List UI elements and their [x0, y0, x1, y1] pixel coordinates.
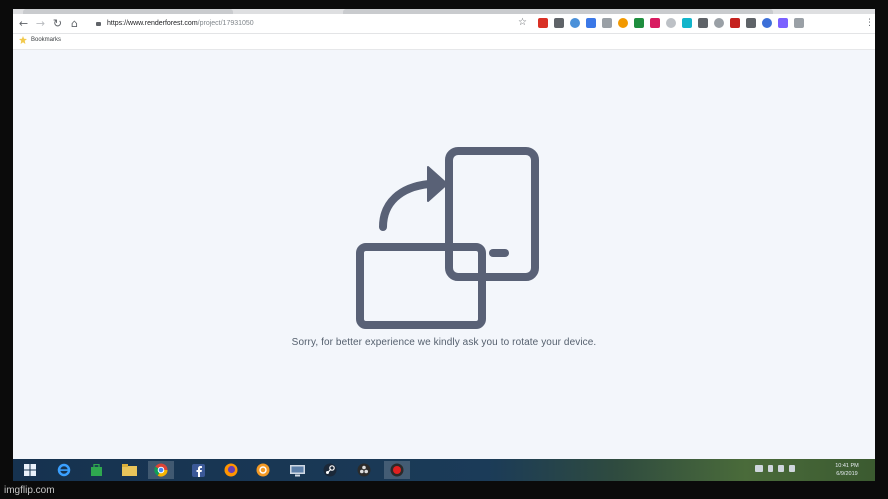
square-extension-icon[interactable] [554, 18, 564, 28]
facebook-icon[interactable] [185, 461, 211, 479]
page-extension-icon[interactable] [666, 18, 676, 28]
file-explorer-icon[interactable] [116, 461, 142, 479]
cloud-extension-icon[interactable] [714, 18, 724, 28]
green-extension-icon[interactable] [634, 18, 644, 28]
bookmarks-label: Bookmarks [31, 37, 62, 43]
orange-extension-icon[interactable] [618, 18, 628, 28]
network-icon[interactable] [778, 465, 784, 472]
rotate-arrow-head [427, 166, 448, 202]
store-icon[interactable] [83, 461, 109, 479]
browser-toolbar: ← → ↻ ⌂ https://www.renderforest.com/pro… [13, 14, 875, 34]
notification-icon[interactable] [768, 465, 773, 472]
grey-extension-icon[interactable] [602, 18, 612, 28]
firefox-icon[interactable] [218, 461, 244, 479]
browser-window: ← → ↻ ⌂ https://www.renderforest.com/pro… [13, 9, 875, 481]
clock-date: 6/9/2019 [836, 471, 858, 477]
photo-extension-icon[interactable] [698, 18, 708, 28]
keyboard-icon[interactable] [755, 465, 763, 472]
rotate-device-illustration [356, 147, 539, 329]
portrait-phone-outline [445, 147, 539, 281]
landscape-phone-outline [356, 243, 486, 329]
red-badge-extension-icon[interactable] [730, 18, 740, 28]
shield-extension-icon[interactable] [538, 18, 548, 28]
bookmarks-folder[interactable]: Bookmarks [19, 36, 61, 44]
browser-menu-icon[interactable]: ⋮ [865, 17, 874, 29]
steam-icon[interactable] [317, 461, 343, 479]
system-tray [755, 465, 795, 472]
taskbar-clock[interactable]: 10:41 PM 6/9/2019 [825, 462, 869, 478]
rotate-device-message: Sorry, for better experience we kindly a… [291, 337, 597, 348]
url-path: /project/17931050 [197, 19, 254, 27]
clock-time: 10:41 PM [835, 463, 859, 469]
imgflip-watermark: imgflip.com [4, 485, 55, 496]
translate-extension-icon[interactable] [586, 18, 596, 28]
forward-button[interactable]: → [34, 17, 47, 30]
purple-extension-icon[interactable] [778, 18, 788, 28]
pink-extension-icon[interactable] [650, 18, 660, 28]
bookmarks-bar: Bookmarks [13, 34, 875, 50]
obs-icon[interactable] [351, 461, 377, 479]
home-button[interactable]: ⌂ [68, 17, 81, 30]
reload-button[interactable]: ↻ [51, 17, 64, 30]
url-text: https://www.renderforest.com/project/179… [107, 20, 254, 27]
lock-icon [96, 21, 101, 26]
rotate-arrow-curve [379, 180, 433, 231]
power-extension-icon[interactable] [794, 18, 804, 28]
blue-circle-extension-icon[interactable] [570, 18, 580, 28]
extensions-toolbar [538, 18, 804, 29]
orange-app-icon[interactable] [250, 461, 276, 479]
windows-start-icon[interactable] [17, 461, 43, 479]
address-bar[interactable]: https://www.renderforest.com/project/179… [93, 16, 543, 30]
internet-explorer-icon[interactable] [51, 461, 77, 479]
blue-square-extension-icon[interactable] [762, 18, 772, 28]
back-button[interactable]: ← [17, 17, 30, 30]
volume-icon[interactable] [789, 465, 795, 472]
bookmark-star-icon[interactable]: ☆ [518, 17, 527, 29]
remote-desktop-icon[interactable] [284, 461, 310, 479]
record-icon[interactable] [384, 461, 410, 479]
windows-taskbar: 10:41 PM 6/9/2019 [13, 459, 875, 481]
url-domain: https://www.renderforest.com [107, 19, 198, 27]
bookmark-star-icon [19, 36, 27, 44]
teal-extension-icon[interactable] [682, 18, 692, 28]
gauge-extension-icon[interactable] [746, 18, 756, 28]
chrome-icon[interactable] [148, 461, 174, 479]
